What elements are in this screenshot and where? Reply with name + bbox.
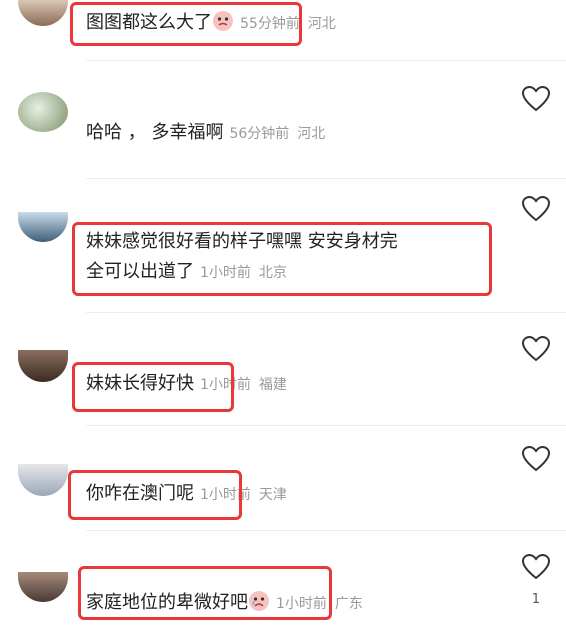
divider [86, 530, 566, 531]
comment-item: 你咋在澳门呢 1小时前 天津 [0, 444, 566, 534]
heart-icon[interactable] [522, 554, 550, 580]
comment-location: 河北 [307, 16, 336, 32]
heart-icon[interactable] [522, 336, 550, 362]
comment-item: 妹妹感觉很好看的样子嘿嘿 安安身材完 全可以出道了 1小时前 北京 [0, 196, 566, 306]
like-count: 1 [531, 592, 540, 607]
comment-item: 哈哈 ， 多幸福啊 56分钟前 河北 [0, 84, 566, 164]
highlight-box [68, 470, 242, 520]
comment-text-line: 哈哈 ， 多幸福啊 56分钟前 河北 [86, 121, 325, 146]
comment-location: 福建 [258, 377, 287, 393]
divider [86, 425, 566, 426]
highlight-box [70, 2, 302, 46]
heart-icon[interactable] [522, 196, 550, 222]
comment-location: 河北 [297, 126, 326, 142]
avatar[interactable] [18, 212, 68, 242]
highlight-box [78, 566, 332, 620]
divider [86, 312, 566, 313]
comment-text: 哈哈 ， 多幸福啊 [86, 122, 224, 143]
highlight-box [72, 222, 492, 296]
heart-icon[interactable] [522, 86, 550, 112]
comment-item: 家庭地位的卑微好吧 1小时前 广东 1 [0, 552, 566, 640]
heart-icon[interactable] [522, 446, 550, 472]
avatar[interactable] [18, 92, 68, 132]
comment-location: 广东 [334, 596, 363, 612]
divider [86, 178, 566, 179]
avatar[interactable] [18, 0, 68, 26]
highlight-box [72, 362, 234, 412]
comment-location: 天津 [258, 487, 287, 503]
comment-time: 56分钟前 [229, 126, 290, 142]
avatar[interactable] [18, 464, 68, 496]
comment-item: 妹妹长得好快 1小时前 福建 [0, 334, 566, 424]
comment-item: 图图都这么大了 55分钟前 河北 [0, 0, 566, 60]
divider [86, 60, 566, 61]
avatar[interactable] [18, 350, 68, 382]
avatar[interactable] [18, 572, 68, 602]
